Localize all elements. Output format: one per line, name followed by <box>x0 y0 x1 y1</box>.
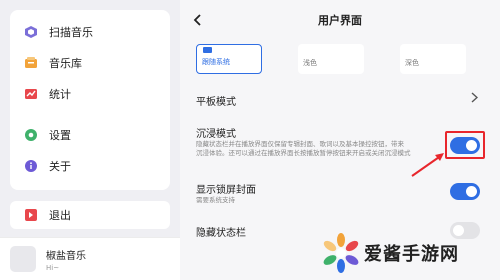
menu-item-settings[interactable]: 设置 <box>10 120 170 150</box>
hide-statusbar-label: 隐藏状态栏 <box>196 228 246 239</box>
description-line: 隐藏状态栏并在播放界面仅保留专辑封面、歌词以及基本操控按钮，带来 <box>196 140 404 148</box>
menu-item-scan-music[interactable]: 扫描音乐 <box>10 17 170 47</box>
top-bar: 用户界面 <box>180 0 500 40</box>
gear-icon <box>23 127 39 143</box>
menu-item-label: 扫描音乐 <box>49 26 93 39</box>
theme-phone-icon <box>203 47 212 53</box>
lockscreen-cover-toggle[interactable] <box>450 183 480 200</box>
theme-option-label: 浅色 <box>303 59 317 67</box>
exit-button[interactable]: 退出 <box>10 201 170 229</box>
annotation-arrow-icon <box>411 153 444 177</box>
highlight-box <box>445 131 485 159</box>
exit-label: 退出 <box>49 209 71 222</box>
menu-item-label: 设置 <box>49 129 71 142</box>
album-cover <box>10 246 36 272</box>
theme-option-follow-system[interactable]: 跟随系统 <box>196 44 262 74</box>
scan-music-icon <box>23 24 39 40</box>
player-text: 椒盐音乐 Hi~ <box>46 247 86 272</box>
statistics-icon <box>23 86 39 102</box>
tablet-mode-label[interactable]: 平板模式 <box>196 93 236 108</box>
watermark: 爱酱手游网 <box>300 228 500 280</box>
lockscreen-cover-description: 需要系统支持 <box>196 196 235 204</box>
music-library-icon <box>23 55 39 71</box>
toggle-knob <box>466 186 477 197</box>
song-subtitle: Hi~ <box>46 263 60 272</box>
song-title: 椒盐音乐 <box>46 250 86 262</box>
exit-icon <box>23 207 39 223</box>
watermark-logo-icon <box>323 233 359 273</box>
navigation-drawer: 扫描音乐 音乐库 统计 设置 关于 退出 椒盐音乐 Hi~ <box>0 0 180 280</box>
menu-item-label: 统计 <box>49 88 71 101</box>
chevron-right-icon[interactable] <box>471 92 479 106</box>
menu-item-label: 音乐库 <box>49 57 82 70</box>
theme-option-label: 深色 <box>405 59 419 67</box>
theme-option-dark[interactable]: 深色 <box>400 44 466 74</box>
menu-item-label: 关于 <box>49 160 71 173</box>
menu-item-about[interactable]: 关于 <box>10 151 170 181</box>
exit-card: 退出 <box>10 201 170 229</box>
menu-item-statistics[interactable]: 统计 <box>10 79 170 109</box>
theme-option-label: 跟随系统 <box>202 58 230 66</box>
page-title: 用户界面 <box>318 14 362 27</box>
mini-player[interactable]: 椒盐音乐 Hi~ <box>0 237 180 280</box>
immersive-mode-label: 沉浸模式 <box>196 129 236 140</box>
watermark-text: 爱酱手游网 <box>364 244 459 265</box>
menu-item-music-library[interactable]: 音乐库 <box>10 48 170 78</box>
lockscreen-cover-label: 显示锁屏封面 <box>196 185 256 196</box>
menu-card: 扫描音乐 音乐库 统计 设置 关于 <box>10 10 170 190</box>
theme-option-light[interactable]: 浅色 <box>298 44 364 74</box>
info-icon <box>23 158 39 174</box>
